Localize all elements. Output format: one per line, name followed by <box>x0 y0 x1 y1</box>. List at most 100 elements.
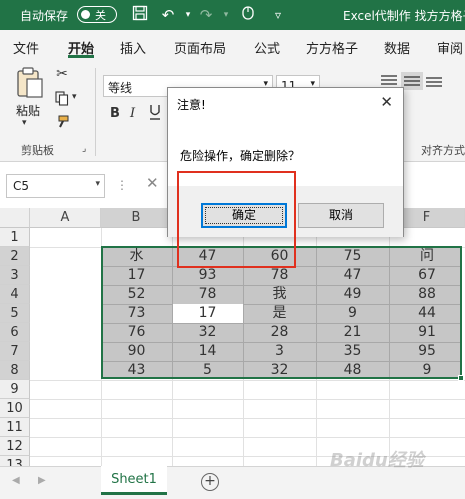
customize-qat-icon[interactable]: ▿ <box>268 5 288 25</box>
gridline <box>30 399 465 400</box>
cell[interactable]: 17 <box>101 266 172 285</box>
more-options-icon: ⋮ <box>116 178 128 192</box>
cell[interactable]: 28 <box>243 323 316 342</box>
dialog-message: 危险操作，确定删除？ <box>180 149 301 163</box>
toggle-knob <box>81 9 90 19</box>
redo-dropdown-icon[interactable]: ▾ <box>216 5 236 25</box>
font-name-value: 等线 <box>108 81 133 95</box>
name-box-dropdown-icon[interactable]: ▾ <box>95 179 100 189</box>
autosave-toggle[interactable]: 关 <box>77 6 117 23</box>
scroll-right-icon[interactable]: ▶ <box>38 475 46 486</box>
undo-dropdown-icon[interactable]: ▾ <box>178 5 198 25</box>
window-title: Excel代制作 找方方格子 <box>343 9 465 23</box>
cell[interactable]: 17 <box>172 304 243 323</box>
align-middle-icon[interactable] <box>401 72 423 90</box>
mouse-mode-icon[interactable] <box>238 5 258 25</box>
cancel-entry-icon[interactable]: ✕ <box>146 174 159 192</box>
align-bottom-icon[interactable] <box>425 74 443 91</box>
cell[interactable]: 问 <box>389 247 465 266</box>
cell[interactable]: 3 <box>243 342 316 361</box>
tab-data[interactable]: 数据 <box>384 38 410 57</box>
cell[interactable]: 我 <box>243 285 316 304</box>
cell[interactable]: 47 <box>316 266 389 285</box>
cancel-button[interactable]: 取消 <box>298 203 384 228</box>
italic-button[interactable]: I <box>130 106 135 121</box>
paste-icon[interactable] <box>14 66 46 100</box>
sheet-tab-sheet1[interactable]: Sheet1 <box>101 466 167 495</box>
copy-dropdown-icon[interactable]: ▾ <box>72 92 77 102</box>
save-icon[interactable] <box>130 5 150 25</box>
tab-file[interactable]: 文件 <box>13 38 39 57</box>
paste-dropdown-icon[interactable]: ▾ <box>22 118 27 128</box>
add-sheet-button[interactable]: + <box>201 473 219 491</box>
row-header-9[interactable]: 9 <box>0 380 30 399</box>
name-box-value: C5 <box>13 179 30 193</box>
row-header-12[interactable]: 12 <box>0 437 30 456</box>
format-painter-icon[interactable] <box>54 114 70 133</box>
underline-icon[interactable] <box>148 103 162 124</box>
cell[interactable]: 75 <box>316 247 389 266</box>
cell[interactable]: 78 <box>172 285 243 304</box>
cell[interactable]: 91 <box>389 323 465 342</box>
name-box[interactable]: C5 ▾ <box>6 174 105 198</box>
group-divider <box>95 68 96 156</box>
cell[interactable]: 32 <box>172 323 243 342</box>
column-header-b[interactable]: B <box>101 208 172 228</box>
cell[interactable]: 9 <box>389 361 465 380</box>
cell[interactable]: 78 <box>243 266 316 285</box>
redo-icon[interactable]: ↷ <box>196 5 216 25</box>
cell[interactable]: 73 <box>101 304 172 323</box>
cell[interactable]: 32 <box>243 361 316 380</box>
tab-page-layout[interactable]: 页面布局 <box>174 38 226 57</box>
undo-icon[interactable]: ↶ <box>158 5 178 25</box>
cell[interactable]: 水 <box>101 247 172 266</box>
cell[interactable]: 76 <box>101 323 172 342</box>
row-header-6[interactable]: 6 <box>0 323 30 342</box>
cell[interactable]: 95 <box>389 342 465 361</box>
cell[interactable]: 43 <box>101 361 172 380</box>
cell[interactable]: 44 <box>389 304 465 323</box>
bold-button[interactable]: B <box>110 106 120 121</box>
cell[interactable]: 21 <box>316 323 389 342</box>
tab-fangfang[interactable]: 方方格子 <box>306 38 358 57</box>
cell[interactable]: 是 <box>243 304 316 323</box>
tab-review[interactable]: 审阅 <box>437 38 463 57</box>
cell[interactable]: 67 <box>389 266 465 285</box>
cell[interactable]: 48 <box>316 361 389 380</box>
row-header-4[interactable]: 4 <box>0 285 30 304</box>
tab-formulas[interactable]: 公式 <box>254 38 280 57</box>
row-header-1[interactable]: 1 <box>0 228 30 247</box>
row-header-10[interactable]: 10 <box>0 399 30 418</box>
fill-handle[interactable] <box>458 375 464 381</box>
cell[interactable]: 35 <box>316 342 389 361</box>
cell[interactable]: 90 <box>101 342 172 361</box>
cell[interactable]: 5 <box>172 361 243 380</box>
cell[interactable]: 93 <box>172 266 243 285</box>
copy-icon[interactable] <box>54 90 70 109</box>
cell[interactable]: 49 <box>316 285 389 304</box>
clipboard-launcher-icon[interactable]: ⌟ <box>82 144 86 154</box>
paste-label[interactable]: 粘贴 <box>16 102 40 119</box>
cell[interactable]: 88 <box>389 285 465 304</box>
cell[interactable]: 14 <box>172 342 243 361</box>
row-header-5[interactable]: 5 <box>0 304 30 323</box>
row-header-8[interactable]: 8 <box>0 361 30 380</box>
row-header-2[interactable]: 2 <box>0 247 30 266</box>
scroll-left-icon[interactable]: ◀ <box>12 475 20 486</box>
alignment-group-label: 对齐方式 <box>421 144 465 157</box>
gridline <box>30 418 465 419</box>
row-header-11[interactable]: 11 <box>0 418 30 437</box>
dialog-title: 注意! <box>177 98 206 112</box>
select-all-corner[interactable] <box>0 208 30 228</box>
row-header-3[interactable]: 3 <box>0 266 30 285</box>
toggle-state: 关 <box>95 9 106 22</box>
cut-icon[interactable]: ✂ <box>54 66 70 82</box>
row-header-7[interactable]: 7 <box>0 342 30 361</box>
watermark: Baidu经验 <box>330 450 424 471</box>
tab-insert[interactable]: 插入 <box>120 38 146 57</box>
cell[interactable]: 9 <box>316 304 389 323</box>
active-tab-indicator <box>68 55 94 58</box>
column-header-a[interactable]: A <box>30 208 101 228</box>
cell[interactable]: 52 <box>101 285 172 304</box>
dialog-close-icon[interactable]: ✕ <box>380 93 393 111</box>
